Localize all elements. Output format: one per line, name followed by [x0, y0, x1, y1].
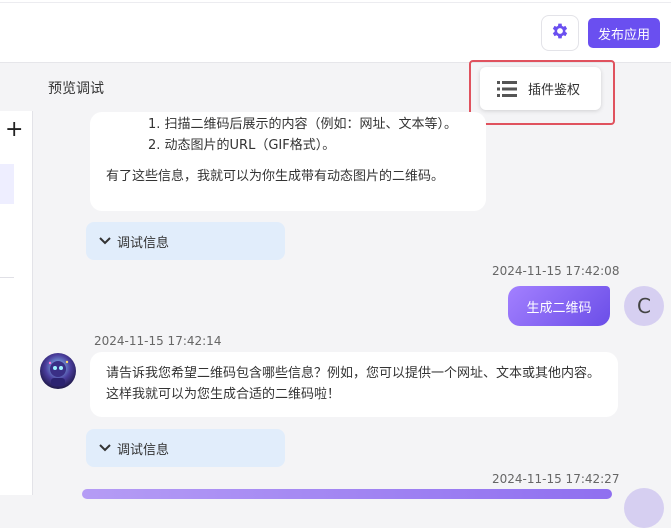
- user-message-text: 生成二维码: [526, 300, 592, 316]
- sidebar-divider: [0, 277, 14, 278]
- debug-info-toggle[interactable]: 调试信息: [86, 222, 285, 260]
- message-line: 有了这些信息，我就可以为你生成带有动态图片的二维码。: [106, 169, 445, 184]
- gear-icon: [550, 21, 570, 45]
- settings-button[interactable]: [541, 15, 579, 51]
- message-line: 1. 扫描二维码后展示的内容（例如：网址、文本等）。: [148, 117, 458, 132]
- message-timestamp: 2024-11-15 17:42:27: [492, 472, 620, 486]
- top-divider: [0, 2, 671, 3]
- user-message: 生成二维码: [508, 286, 610, 326]
- bot-message: 1. 扫描二维码后展示的内容（例如：网址、文本等）。 2. 动态图片的URL（G…: [90, 112, 486, 211]
- chevron-down-icon: [99, 237, 111, 245]
- publish-button[interactable]: 发布应用: [588, 18, 660, 48]
- message-line: 2. 动态图片的URL（GIF格式）。: [148, 138, 336, 153]
- debug-info-toggle[interactable]: 调试信息: [86, 429, 285, 467]
- sidebar-selected-item[interactable]: [0, 164, 14, 204]
- preview-title: 预览调试: [48, 81, 104, 97]
- top-bar: 发布应用: [0, 0, 671, 63]
- debug-info-label: 调试信息: [117, 235, 170, 251]
- highlight-box: [469, 60, 615, 125]
- message-timestamp: 2024-11-15 17:42:14: [94, 334, 222, 348]
- plus-icon[interactable]: +: [5, 119, 23, 141]
- bot-message-text: 请告诉我您希望二维码包含哪些信息？例如，您可以提供一个网址、文本或其他内容。这样…: [106, 366, 601, 402]
- chevron-down-icon: [99, 444, 111, 452]
- left-sidebar: +: [0, 111, 33, 495]
- user-message: [82, 489, 612, 499]
- message-timestamp: 2024-11-15 17:42:08: [492, 264, 620, 278]
- publish-label: 发布应用: [597, 27, 650, 43]
- avatar-letter: C: [637, 294, 651, 318]
- avatar: [624, 488, 664, 528]
- debug-info-label: 调试信息: [117, 442, 170, 458]
- avatar: C: [624, 286, 664, 326]
- bot-avatar: [40, 353, 76, 389]
- bot-message: 请告诉我您希望二维码包含哪些信息？例如，您可以提供一个网址、文本或其他内容。这样…: [90, 352, 618, 417]
